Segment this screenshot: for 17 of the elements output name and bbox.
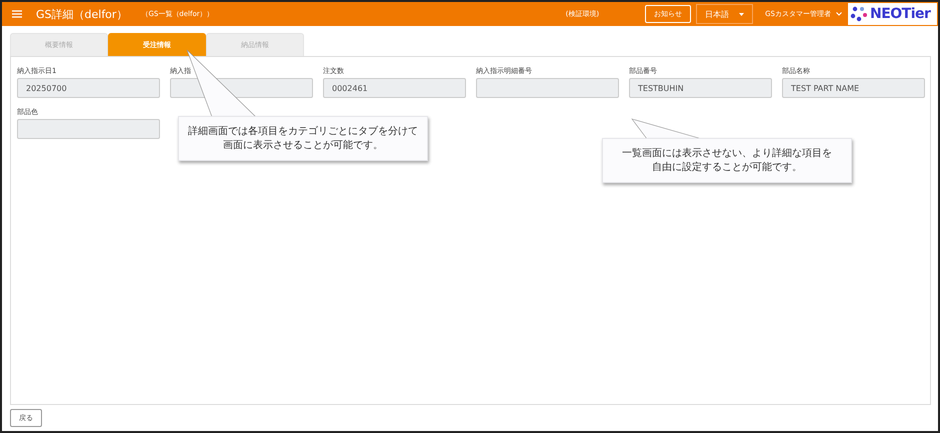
input-field[interactable]: 20250700	[17, 78, 160, 98]
input-field[interactable]	[17, 119, 160, 139]
callout-text: 画面に表示させることが可能です。	[223, 138, 383, 152]
input-field[interactable]: 0002461	[323, 78, 466, 98]
logo: NEOTier	[848, 3, 937, 25]
callout-text: 自由に設定することが可能です。	[652, 160, 802, 174]
callout-text: 一覧画面には表示させない、より詳細な項目を	[622, 147, 832, 160]
callout-text: 詳細画面では各項目をカテゴリごとにタブを分けて	[188, 125, 418, 138]
input-field[interactable]	[476, 78, 619, 98]
caret-icon	[739, 12, 744, 16]
page-title: GS詳細（delfor）	[36, 6, 128, 22]
chevron-down-icon	[836, 12, 842, 16]
menu-icon[interactable]	[12, 10, 22, 18]
logo-icon	[850, 6, 868, 22]
input-field[interactable]: TESTBUHIN	[629, 78, 772, 98]
input-field[interactable]: TEST PART NAME	[782, 78, 925, 98]
language-select[interactable]: 日本語	[696, 4, 754, 24]
